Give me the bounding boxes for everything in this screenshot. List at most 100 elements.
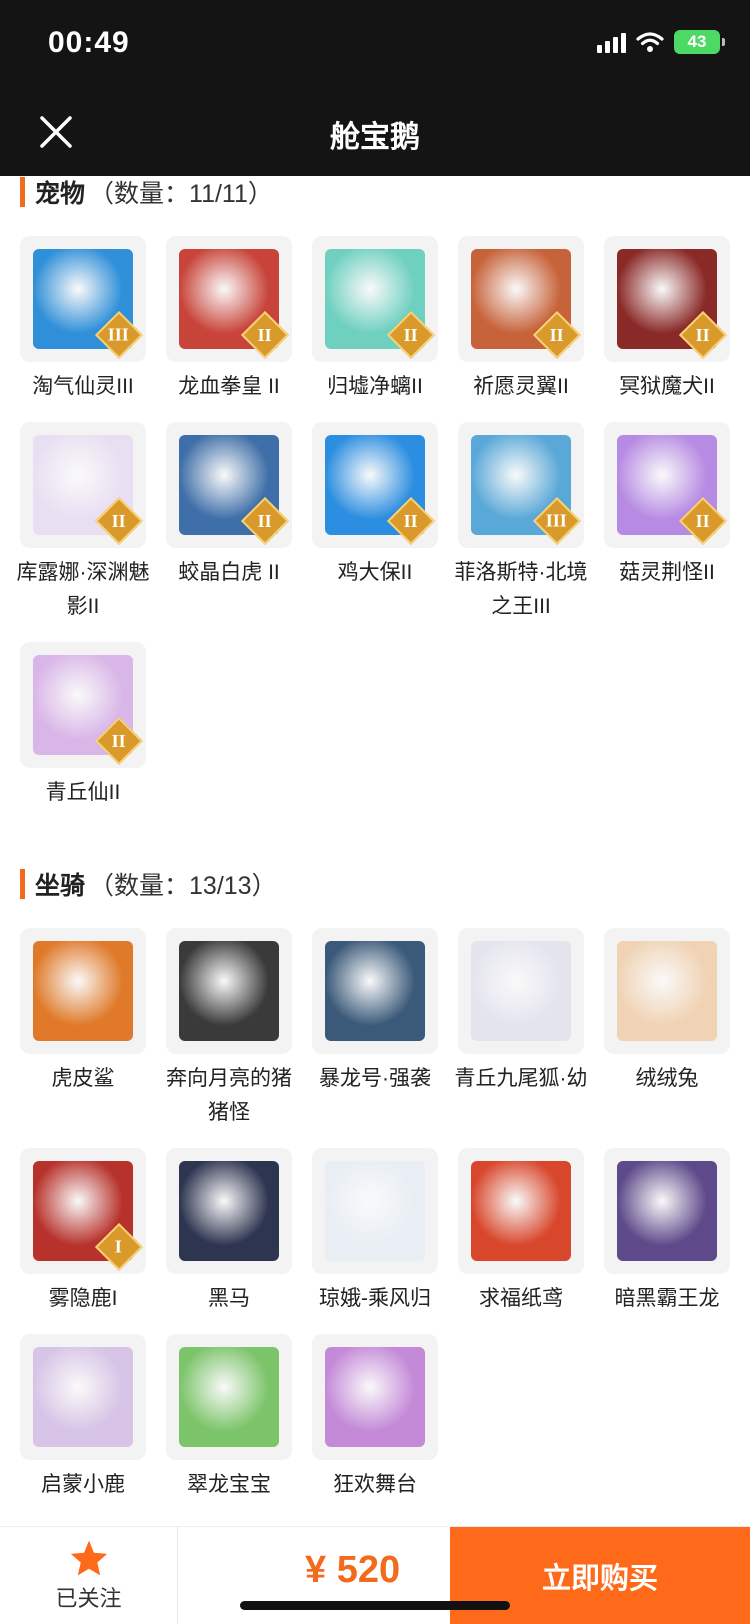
collection-item[interactable]: III 淘气仙灵III [20,236,146,404]
mech-icon [325,941,425,1041]
item-name: 求福纸鸢 [479,1287,563,1310]
status-time: 00:49 [48,26,130,59]
collection-item[interactable]: 暴龙号·强袭 [312,928,438,1130]
collection-item[interactable]: 求福纸鸢 [458,1148,584,1316]
item-thumbnail[interactable]: III [458,422,584,548]
follow-label: 已关注 [55,1586,122,1611]
section-title: 宠物 [35,180,86,208]
trex-icon [617,1161,717,1261]
tier-label: II [403,510,419,531]
collection-item[interactable]: 黑马 [166,1148,292,1316]
item-thumbnail[interactable] [312,1148,438,1274]
section-mounts: 坐骑 （数量：13/13） 虎皮鲨 奔向月亮的猪猪怪 暴龙号·强袭 青丘九尾狐·幼 绒绒兔 I… [0,864,750,1520]
collection-item[interactable]: 奔向月亮的猪猪怪 [166,928,292,1130]
status-bar: 00:49 43 [0,0,750,88]
stage-icon [325,1347,425,1447]
item-name: 青丘仙II [45,781,121,804]
collection-item[interactable]: II 库露娜·深渊魅影II [17,422,150,624]
item-name: 翠龙宝宝 [187,1473,271,1496]
item-thumbnail[interactable]: III [20,236,146,362]
item-name: 祈愿灵翼II [473,375,569,398]
collection-item[interactable]: II 青丘仙II [20,642,146,810]
follow-button[interactable]: 已关注 [0,1527,178,1624]
section-accent-bar [20,869,25,899]
tier-label: III [546,510,568,531]
collection-item[interactable]: I 雾隐鹿I [20,1148,146,1316]
item-name: 冥狱魔犬II [619,375,715,398]
item-thumbnail[interactable]: II [166,236,292,362]
item-thumbnail[interactable]: II [458,236,584,362]
item-thumbnail[interactable] [20,1334,146,1460]
section-accent-bar [20,177,25,207]
item-thumbnail[interactable]: II [312,236,438,362]
item-name: 淘气仙灵III [32,375,134,398]
collection-item[interactable]: 绒绒兔 [604,928,730,1130]
collection-item[interactable]: II 归墟净螭II [312,236,438,404]
item-name: 雾隐鹿I [48,1287,118,1310]
item-name: 奔向月亮的猪猪怪 [166,1067,292,1124]
collection-item[interactable]: 虎皮鲨 [20,928,146,1130]
collection-item[interactable]: II 祈愿灵翼II [458,236,584,404]
item-thumbnail[interactable]: II [166,422,292,548]
content-scroll-area[interactable]: 宠物 （数量：11/11） III 淘气仙灵III II 龙血拳皇 II II 归墟净螭II I… [0,176,750,1526]
collection-item[interactable]: II 蛟晶白虎 II [166,422,292,624]
item-thumbnail[interactable]: II [604,236,730,362]
item-name: 归墟净螭II [327,375,423,398]
item-thumbnail[interactable] [604,928,730,1054]
item-thumbnail[interactable] [20,928,146,1054]
item-thumbnail[interactable] [312,928,438,1054]
item-name: 虎皮鲨 [51,1067,115,1090]
collection-item[interactable]: II 龙血拳皇 II [166,236,292,404]
fawn-icon [33,1347,133,1447]
status-icons: 43 [597,30,725,54]
collection-item[interactable]: 狂欢舞台 [312,1334,438,1502]
kite-icon [471,1161,571,1261]
collection-item[interactable]: II 冥狱魔犬II [604,236,730,404]
item-name: 暗黑霸王龙 [614,1287,720,1310]
section-pets: 宠物 （数量：11/11） III 淘气仙灵III II 龙血拳皇 II II 归墟净螭II I… [0,176,750,828]
fairy-icon [325,1161,425,1261]
collection-item[interactable]: 琼娥-乘风归 [312,1148,438,1316]
item-grid: 虎皮鲨 奔向月亮的猪猪怪 暴龙号·强袭 青丘九尾狐·幼 绒绒兔 I 雾隐鹿I 黑马 琼娥-乘风归… [20,928,750,1520]
rabbit-icon [617,941,717,1041]
item-name: 菲洛斯特·北境之王III [454,561,588,618]
tier-label: II [695,510,711,531]
item-thumbnail[interactable] [166,1148,292,1274]
tier-label: II [549,324,565,345]
item-thumbnail[interactable]: II [604,422,730,548]
wifi-icon [636,32,664,52]
collection-item[interactable]: 青丘九尾狐·幼 [455,928,588,1130]
collection-item[interactable]: II 鸡大保II [312,422,438,624]
price-label: ¥ 520 [305,1549,401,1591]
item-name: 狂欢舞台 [333,1473,417,1496]
item-name: 龙血拳皇 II [178,375,280,398]
item-thumbnail[interactable] [166,1334,292,1460]
tier-label: III [108,324,130,345]
item-thumbnail[interactable]: I [20,1148,146,1274]
section-count: （数量：13/13） [89,872,277,900]
item-name: 库露娜·深渊魅影II [16,561,150,618]
page-title: 舱宝鹅 [330,121,420,154]
collection-item[interactable]: 启蒙小鹿 [20,1334,146,1502]
bottom-action-bar: 已关注 ¥ 520 立即购买 [0,1526,750,1624]
item-thumbnail[interactable]: II [20,642,146,768]
collection-item[interactable]: III 菲洛斯特·北境之王III [455,422,588,624]
shark-icon [33,941,133,1041]
section-header: 坐骑 （数量：13/13） [20,864,750,904]
item-thumbnail[interactable] [604,1148,730,1274]
collection-item[interactable]: 翠龙宝宝 [166,1334,292,1502]
item-name: 青丘九尾狐·幼 [454,1067,588,1090]
item-name: 启蒙小鹿 [41,1473,125,1496]
item-thumbnail[interactable]: II [312,422,438,548]
item-thumbnail[interactable] [458,1148,584,1274]
tier-label: II [403,324,419,345]
item-thumbnail[interactable]: II [20,422,146,548]
fox-icon [471,941,571,1041]
collection-item[interactable]: 暗黑霸王龙 [604,1148,730,1316]
item-thumbnail[interactable] [458,928,584,1054]
item-name: 鸡大保II [337,561,413,584]
collection-item[interactable]: II 菇灵荆怪II [604,422,730,624]
battery-level: 43 [687,32,707,51]
item-thumbnail[interactable] [312,1334,438,1460]
item-thumbnail[interactable] [166,928,292,1054]
